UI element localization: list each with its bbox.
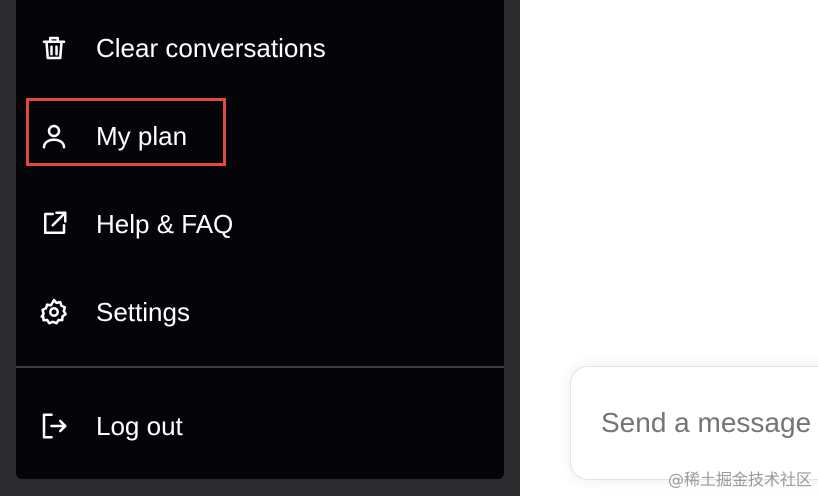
trash-icon	[38, 32, 70, 64]
menu-item-clear-conversations[interactable]: Clear conversations	[16, 4, 504, 92]
menu-item-label: Settings	[96, 297, 190, 327]
menu-item-log-out[interactable]: Log out	[16, 382, 504, 470]
watermark: @稀土掘金技术社区	[667, 470, 812, 489]
chat-main	[520, 0, 818, 496]
external-link-icon	[38, 208, 70, 240]
account-menu: Clear conversations My plan Help & FAQ S…	[16, 0, 504, 479]
sidebar: Clear conversations My plan Help & FAQ S…	[0, 0, 520, 496]
menu-item-settings[interactable]: Settings	[16, 268, 504, 356]
message-composer	[570, 366, 818, 480]
gear-icon	[38, 296, 70, 328]
menu-divider	[16, 366, 504, 368]
menu-item-label: Clear conversations	[96, 33, 326, 63]
logout-icon	[38, 410, 70, 442]
menu-item-label: Help & FAQ	[96, 209, 234, 239]
highlight-box	[26, 98, 226, 166]
message-input[interactable]	[601, 407, 818, 439]
menu-item-label: Log out	[96, 411, 183, 441]
menu-item-help-faq[interactable]: Help & FAQ	[16, 180, 504, 268]
